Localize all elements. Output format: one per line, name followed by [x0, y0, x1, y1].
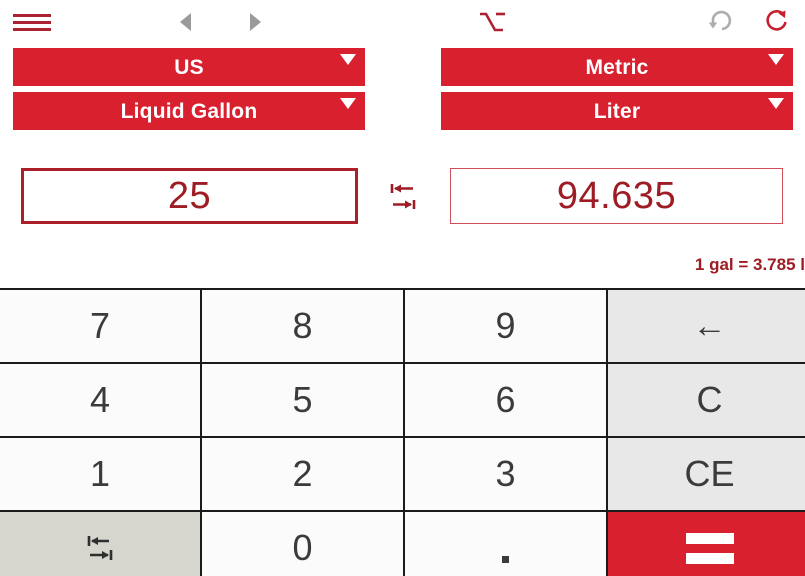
to-system-select[interactable]: Metric	[441, 48, 793, 86]
key-label: 4	[89, 379, 111, 420]
key-1[interactable]: 1	[0, 438, 200, 510]
key-6[interactable]: 6	[405, 364, 606, 436]
key-clear[interactable]: C	[608, 364, 805, 436]
redo-glyph	[766, 10, 787, 31]
menu-bar	[13, 13, 51, 17]
to-system-label: Metric	[585, 55, 649, 79]
undo-icon[interactable]	[700, 4, 734, 38]
from-value-text: 25	[167, 175, 212, 217]
key-label: 6	[495, 379, 516, 420]
triangle-right-glyph	[249, 13, 261, 31]
key-label: 2	[292, 453, 313, 494]
from-system-select[interactable]: US	[13, 48, 365, 86]
key-0[interactable]: 0	[202, 512, 403, 576]
chevron-down-icon	[340, 54, 356, 65]
key-9[interactable]: 9	[405, 290, 606, 362]
key-equals[interactable]	[608, 512, 805, 576]
key-label: 8	[292, 305, 313, 346]
from-system-label: US	[174, 55, 204, 79]
key-label: C	[696, 379, 723, 420]
chevron-down-icon	[768, 54, 784, 65]
redo-icon[interactable]	[760, 4, 794, 38]
to-unit-label: Liter	[593, 99, 641, 123]
key-7[interactable]: 7	[0, 290, 200, 362]
swap-arrows-icon	[390, 184, 416, 209]
key-swap[interactable]	[0, 512, 200, 576]
key-backspace[interactable]: ←	[608, 290, 805, 362]
keypad: 7 8 9 ← 4 5 6 C 1 2 3 CE 0.	[0, 288, 805, 576]
option-icon[interactable]	[475, 6, 511, 38]
previous-icon[interactable]	[168, 6, 202, 38]
key-2[interactable]: 2	[202, 438, 403, 510]
key-clear-entry[interactable]: CE	[608, 438, 805, 510]
key-label: CE	[684, 453, 735, 494]
key-3[interactable]: 3	[405, 438, 606, 510]
key-label: ←	[692, 307, 727, 345]
next-icon[interactable]	[238, 6, 272, 38]
equals-bar	[685, 532, 734, 544]
key-label: 7	[89, 305, 111, 346]
key-decimal[interactable]: .	[405, 512, 606, 576]
key-label: 5	[292, 379, 313, 420]
from-unit-label: Liquid Gallon	[120, 99, 258, 123]
unit-converter-app: US Liquid Gallon Metric Liter 25 94.635 …	[0, 0, 805, 576]
key-label: 9	[495, 305, 516, 346]
chevron-down-icon	[768, 98, 784, 109]
option-glyph	[480, 12, 505, 32]
key-8[interactable]: 8	[202, 290, 403, 362]
key-label: 1	[89, 453, 111, 494]
from-value-input[interactable]: 25	[21, 168, 358, 224]
menu-bar	[13, 20, 51, 24]
to-value-text: 94.635	[556, 175, 677, 217]
menu-icon[interactable]	[12, 10, 52, 34]
swap-units-button[interactable]	[386, 178, 420, 216]
equals-glyph	[685, 532, 734, 564]
toolbar	[0, 0, 805, 44]
swap-arrows-icon	[87, 536, 113, 560]
key-4[interactable]: 4	[0, 364, 200, 436]
key-label: 3	[495, 453, 516, 494]
menu-bar	[13, 27, 51, 31]
decimal-dot-glyph	[502, 555, 509, 563]
chevron-down-icon	[340, 98, 356, 109]
to-unit-select[interactable]: Liter	[441, 92, 793, 130]
equals-bar	[685, 552, 734, 564]
conversion-ratio-note: 1 gal = 3.785 l	[694, 255, 805, 274]
key-5[interactable]: 5	[202, 364, 403, 436]
from-unit-select[interactable]: Liquid Gallon	[13, 92, 365, 130]
to-value-output[interactable]: 94.635	[450, 168, 783, 224]
undo-glyph	[708, 10, 732, 31]
key-label: 0	[292, 527, 313, 568]
triangle-left-glyph	[179, 13, 191, 31]
